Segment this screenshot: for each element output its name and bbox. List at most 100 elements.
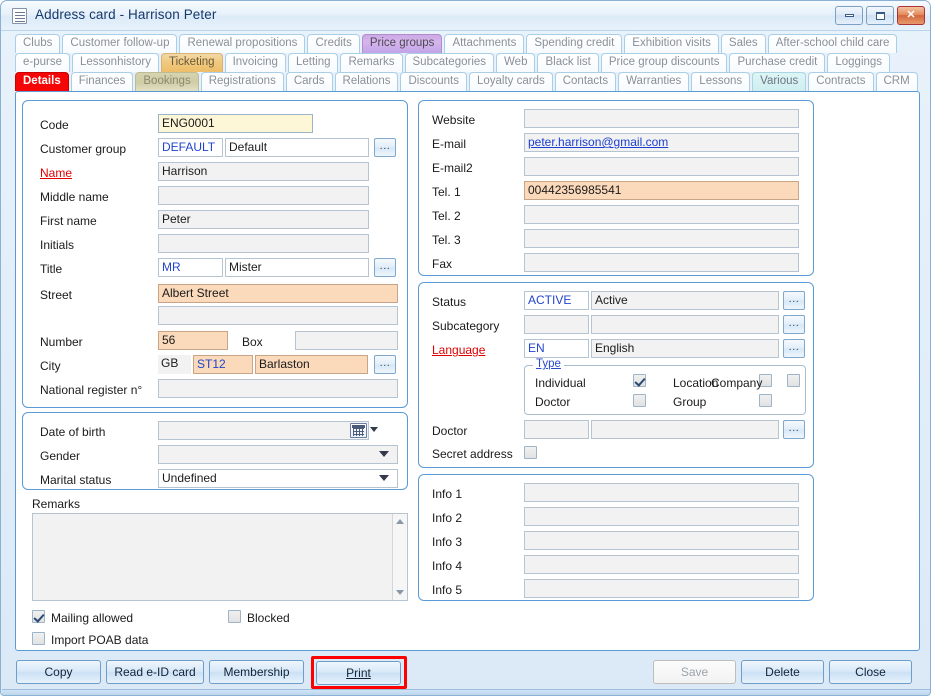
tab-exhibition-visits[interactable]: Exhibition visits bbox=[624, 34, 719, 53]
first-name-input[interactable]: Peter bbox=[158, 210, 369, 229]
middle-name-input[interactable] bbox=[158, 186, 369, 205]
gender-select[interactable] bbox=[158, 445, 398, 464]
close-button[interactable]: ✕ bbox=[897, 6, 925, 25]
status-name-input[interactable]: Active bbox=[591, 291, 779, 310]
tab-black-list[interactable]: Black list bbox=[537, 53, 598, 72]
tab-discounts[interactable]: Discounts bbox=[400, 72, 467, 91]
tab-purchase-credit[interactable]: Purchase credit bbox=[729, 53, 825, 72]
tab-loggings[interactable]: Loggings bbox=[827, 53, 890, 72]
status-code-input[interactable]: ACTIVE bbox=[524, 291, 589, 310]
box-input[interactable] bbox=[295, 331, 398, 350]
tab-web[interactable]: Web bbox=[496, 53, 535, 72]
tab-letting[interactable]: Letting bbox=[288, 53, 339, 72]
street-input-2[interactable] bbox=[158, 306, 398, 325]
national-register-input[interactable] bbox=[158, 379, 398, 398]
tab-e-purse[interactable]: e-purse bbox=[15, 53, 70, 72]
info3-input[interactable] bbox=[524, 531, 799, 550]
tab-contacts[interactable]: Contacts bbox=[555, 72, 616, 91]
info2-input[interactable] bbox=[524, 507, 799, 526]
print-button[interactable]: Print bbox=[316, 661, 401, 685]
tab-sales[interactable]: Sales bbox=[721, 34, 766, 53]
tab-cards[interactable]: Cards bbox=[286, 72, 333, 91]
type-group-checkbox[interactable] bbox=[759, 394, 772, 407]
read-eid-card-button[interactable]: Read e-ID card bbox=[106, 660, 204, 684]
info1-input[interactable] bbox=[524, 483, 799, 502]
remarks-textarea[interactable] bbox=[32, 513, 408, 601]
tab-after-school-child-care[interactable]: After-school child care bbox=[768, 34, 898, 53]
customer-group-browse-button[interactable]: ... bbox=[374, 138, 396, 157]
language-browse-button[interactable]: ... bbox=[783, 339, 805, 358]
tab-relations[interactable]: Relations bbox=[335, 72, 399, 91]
tab-contracts[interactable]: Contracts bbox=[808, 72, 873, 91]
initials-input[interactable] bbox=[158, 234, 369, 253]
secret-address-checkbox[interactable] bbox=[524, 446, 537, 459]
number-input[interactable]: 56 bbox=[158, 331, 228, 350]
tab-price-groups[interactable]: Price groups bbox=[362, 34, 443, 53]
info5-input[interactable] bbox=[524, 579, 799, 598]
mailing-allowed-checkbox[interactable] bbox=[32, 610, 45, 623]
blocked-checkbox[interactable] bbox=[228, 610, 241, 623]
tab-warranties[interactable]: Warranties bbox=[618, 72, 689, 91]
street-input[interactable]: Albert Street bbox=[158, 284, 398, 303]
scroll-up-icon[interactable] bbox=[396, 519, 404, 524]
import-poab-checkbox[interactable] bbox=[32, 632, 45, 645]
tab-finances[interactable]: Finances bbox=[71, 72, 134, 91]
customer-group-code-input[interactable]: DEFAULT bbox=[158, 138, 223, 157]
customer-group-name-input[interactable]: Default bbox=[225, 138, 369, 157]
doctor-name-input[interactable] bbox=[591, 420, 779, 439]
copy-button[interactable]: Copy bbox=[16, 660, 101, 684]
tab-details[interactable]: Details bbox=[15, 72, 69, 91]
title-name-input[interactable]: Mister bbox=[225, 258, 369, 277]
tab-various[interactable]: Various bbox=[752, 72, 806, 91]
doctor-browse-button[interactable]: ... bbox=[783, 420, 805, 439]
tab-crm[interactable]: CRM bbox=[876, 72, 918, 91]
tel1-input[interactable]: 00442356985541 bbox=[524, 181, 799, 200]
type-individual-checkbox[interactable] bbox=[633, 374, 646, 387]
type-doctor-checkbox[interactable] bbox=[633, 394, 646, 407]
tab-lessonhistory[interactable]: Lessonhistory bbox=[72, 53, 159, 72]
name-input[interactable]: Harrison bbox=[158, 162, 369, 181]
tel3-input[interactable] bbox=[524, 229, 799, 248]
gender-dropdown-icon[interactable] bbox=[379, 451, 389, 457]
membership-button[interactable]: Membership bbox=[209, 660, 304, 684]
tab-spending-credit[interactable]: Spending credit bbox=[526, 34, 622, 53]
close-button-bottom[interactable]: Close bbox=[829, 660, 912, 684]
marital-status-dropdown-icon[interactable] bbox=[379, 475, 389, 481]
tab-ticketing[interactable]: Ticketing bbox=[161, 53, 223, 72]
email2-input[interactable] bbox=[524, 157, 799, 176]
tab-attachments[interactable]: Attachments bbox=[444, 34, 524, 53]
tab-invoicing[interactable]: Invoicing bbox=[225, 53, 286, 72]
city-browse-button[interactable]: ... bbox=[374, 355, 396, 374]
code-input[interactable]: ENG0001 bbox=[158, 114, 313, 133]
maximize-button[interactable] bbox=[866, 6, 894, 25]
subcategory-name-input[interactable] bbox=[591, 315, 779, 334]
save-button[interactable]: Save bbox=[653, 660, 736, 684]
city-postcode-input[interactable]: ST12 bbox=[193, 355, 253, 374]
subcategory-code-input[interactable] bbox=[524, 315, 589, 334]
tab-lessons[interactable]: Lessons bbox=[691, 72, 750, 91]
type-company-checkbox[interactable] bbox=[787, 374, 800, 387]
calendar-icon[interactable] bbox=[350, 423, 367, 438]
city-name-input[interactable]: Barlaston bbox=[255, 355, 368, 374]
minimize-button[interactable] bbox=[835, 6, 863, 25]
fax-input[interactable] bbox=[524, 253, 799, 272]
tab-price-group-discounts[interactable]: Price group discounts bbox=[601, 53, 728, 72]
tel2-input[interactable] bbox=[524, 205, 799, 224]
city-country-input[interactable]: GB bbox=[158, 355, 191, 374]
tab-customer-follow-up[interactable]: Customer follow-up bbox=[62, 34, 177, 53]
date-of-birth-dropdown-icon[interactable] bbox=[370, 427, 378, 432]
tab-remarks[interactable]: Remarks bbox=[340, 53, 402, 72]
tab-subcategories[interactable]: Subcategories bbox=[405, 53, 495, 72]
scroll-down-icon[interactable] bbox=[396, 590, 404, 595]
tab-loyalty-cards[interactable]: Loyalty cards bbox=[469, 72, 553, 91]
delete-button[interactable]: Delete bbox=[741, 660, 824, 684]
doctor-code-input[interactable] bbox=[524, 420, 589, 439]
tab-renewal-propositions[interactable]: Renewal propositions bbox=[179, 34, 305, 53]
tab-registrations[interactable]: Registrations bbox=[201, 72, 284, 91]
language-name-input[interactable]: English bbox=[591, 339, 779, 358]
remarks-scrollbar[interactable] bbox=[392, 514, 407, 600]
title-browse-button[interactable]: ... bbox=[374, 258, 396, 277]
title-code-input[interactable]: MR bbox=[158, 258, 223, 277]
marital-status-select[interactable]: Undefined bbox=[158, 469, 398, 488]
language-code-input[interactable]: EN bbox=[524, 339, 589, 358]
